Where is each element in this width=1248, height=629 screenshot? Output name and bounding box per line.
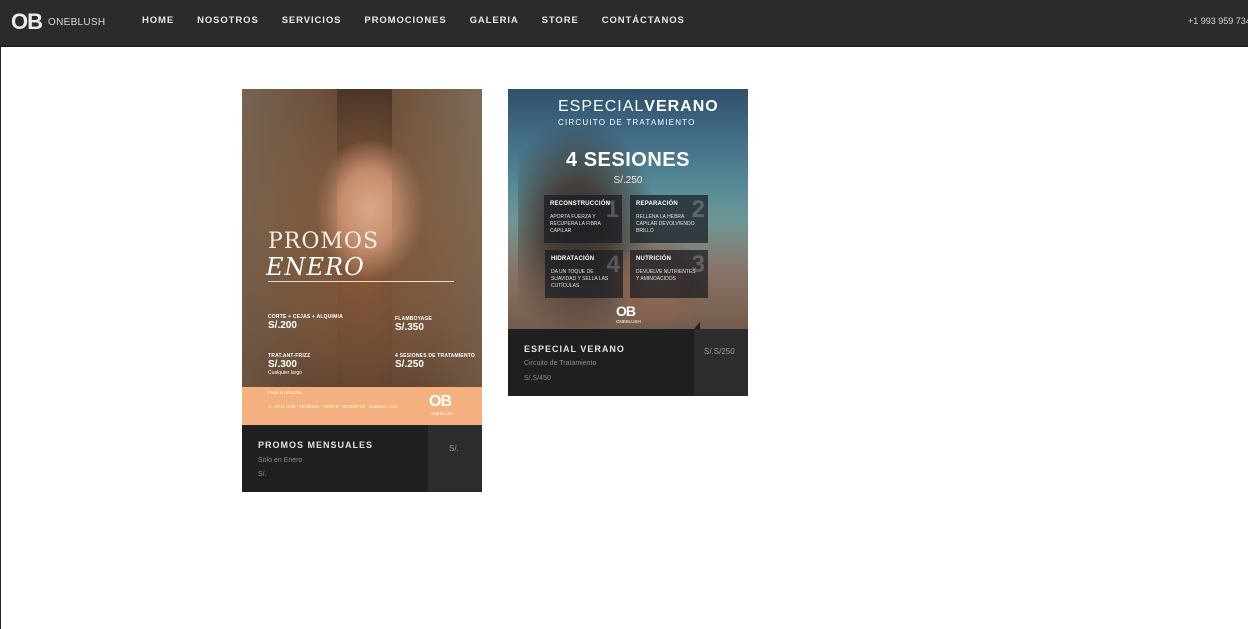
offer-sub: Cualquier largo	[268, 370, 302, 376]
logo-mark: OB	[11, 9, 43, 34]
nav-promociones[interactable]: PROMOCIONES	[364, 15, 446, 26]
nav-contactanos[interactable]: CONTÁCTANOS	[602, 15, 685, 26]
poster-hair-right	[392, 89, 482, 425]
nav-nosotros[interactable]: NOSOTROS	[197, 15, 259, 26]
poster-logo-text: ONEBLUSH	[431, 411, 454, 416]
promo-card-especial-verano[interactable]: ESPECIALVERANO CIRCUITO DE TRATAMIENTO 4…	[508, 89, 748, 396]
card-subtitle: Solo en Enero	[258, 457, 303, 464]
card-price-panel	[694, 329, 748, 396]
card-price-panel	[428, 425, 482, 492]
treatment-body: DEVUELVE NUTRIENTES Y AMINOÁCIDOS	[636, 269, 696, 282]
promo-card-mensuales[interactable]: PROMOS ENERO CORTE + CEJAS + ALQUIMIA S/…	[242, 89, 482, 492]
treatment-title: RECONSTRUCCIÓN	[550, 201, 611, 207]
offer-price: S/.200	[268, 320, 297, 331]
nav-store[interactable]: STORE	[542, 15, 579, 26]
poster-divider	[268, 281, 454, 282]
nav-galeria[interactable]: GALERIA	[470, 15, 519, 26]
logo-text: ONEBLUSH	[48, 16, 106, 28]
treatment-body: RELLENA LA HEBRA CAPILAR DEVOLVIENDO BRI…	[636, 214, 695, 234]
nav-home[interactable]: HOME	[142, 15, 174, 26]
nav-servicios[interactable]: SERVICIOS	[282, 15, 342, 26]
poster-title: ESPECIALVERANO	[558, 98, 719, 116]
treatment-box: 4 HIDRATACIÓN DA UN TOQUE DE SUAVIDAD Y …	[545, 250, 623, 298]
treatment-body: APORTA FUERZA Y RECUPERA LA FIBRA CAPILA…	[550, 214, 601, 234]
poster-sessions: 4 SESIONES	[566, 149, 690, 171]
card-title[interactable]: PROMOS MENSUALES	[258, 440, 373, 450]
poster-offer-item: FLAMBOYAGE S/.350	[395, 316, 432, 333]
card-title[interactable]: ESPECIAL VERANO	[524, 344, 625, 354]
card-side-price: S/.S/250	[704, 347, 735, 356]
offer-price: S/.350	[395, 322, 424, 333]
oneblush-logo[interactable]: OB ONEBLUSH	[11, 9, 105, 35]
top-navigation-bar: OB ONEBLUSH HOME NOSOTROS SERVICIOS PROM…	[0, 0, 1248, 47]
treatment-title: NUTRICIÓN	[636, 256, 672, 262]
poster-title-light: ESPECIAL	[558, 98, 645, 115]
poster-title-bold: VERANO	[644, 98, 719, 115]
poster-offer-item: TRAT.ANT-FRIZZ S/.300 Cualquier largo	[268, 353, 310, 376]
poster-offer-item: CORTE + CEJAS + ALQUIMIA S/.200	[268, 314, 343, 331]
poster-offer-item: 4 SESIONES DE TRATAMIENTO S/.250	[395, 353, 475, 370]
caption-notch	[428, 425, 434, 432]
poster-subtitle: CIRCUITO DE TRATAMIENTO	[558, 118, 696, 127]
card-price: S/.S/450	[524, 375, 551, 382]
card-subtitle: Circuito de Tratamiento	[524, 360, 597, 367]
card-side-price: S/.	[449, 444, 459, 453]
poster-logo-text: ONEBLUSH	[616, 319, 641, 324]
especial-verano-poster[interactable]: ESPECIALVERANO CIRCUITO DE TRATAMIENTO 4…	[508, 89, 748, 329]
offer-price: S/.250	[395, 359, 424, 370]
poster-footer-line2: Jr. Ulloa 1048 · Miraflores · 935519 · 9…	[268, 404, 397, 409]
offer-price: S/.300	[268, 359, 297, 370]
treatment-box: 1 RECONSTRUCCIÓN APORTA FUERZA Y RECUPER…	[544, 195, 622, 243]
poster-logo-mark: OB	[429, 393, 452, 410]
main-menu: HOME NOSOTROS SERVICIOS PROMOCIONES GALE…	[142, 15, 708, 26]
promos-enero-poster[interactable]: PROMOS ENERO CORTE + CEJAS + ALQUIMIA S/…	[242, 89, 482, 425]
poster-logo-mark: OB	[616, 303, 636, 319]
phone-number[interactable]: +1 993 959 734	[1188, 16, 1248, 26]
poster-price: S/.250	[613, 175, 643, 186]
treatment-box: 3 NUTRICIÓN DEVUELVE NUTRIENTES Y AMINOÁ…	[630, 250, 708, 298]
page-left-border	[0, 47, 1, 629]
treatment-title: REPARACIÓN	[636, 201, 678, 207]
caption-notch	[694, 322, 700, 329]
poster-enero-heading: ENERO	[266, 253, 365, 281]
poster-promos-heading: PROMOS	[268, 229, 380, 254]
poster-footer-line1: Pago en efectivo	[268, 390, 302, 395]
card-price: S/.	[258, 471, 267, 478]
treatment-box: 2 REPARACIÓN RELLENA LA HEBRA CAPILAR DE…	[630, 195, 708, 243]
treatment-title: HIDRATACIÓN	[551, 256, 595, 262]
treatment-body: DA UN TOQUE DE SUAVIDAD Y SELLA LAS CUTÍ…	[551, 269, 609, 289]
